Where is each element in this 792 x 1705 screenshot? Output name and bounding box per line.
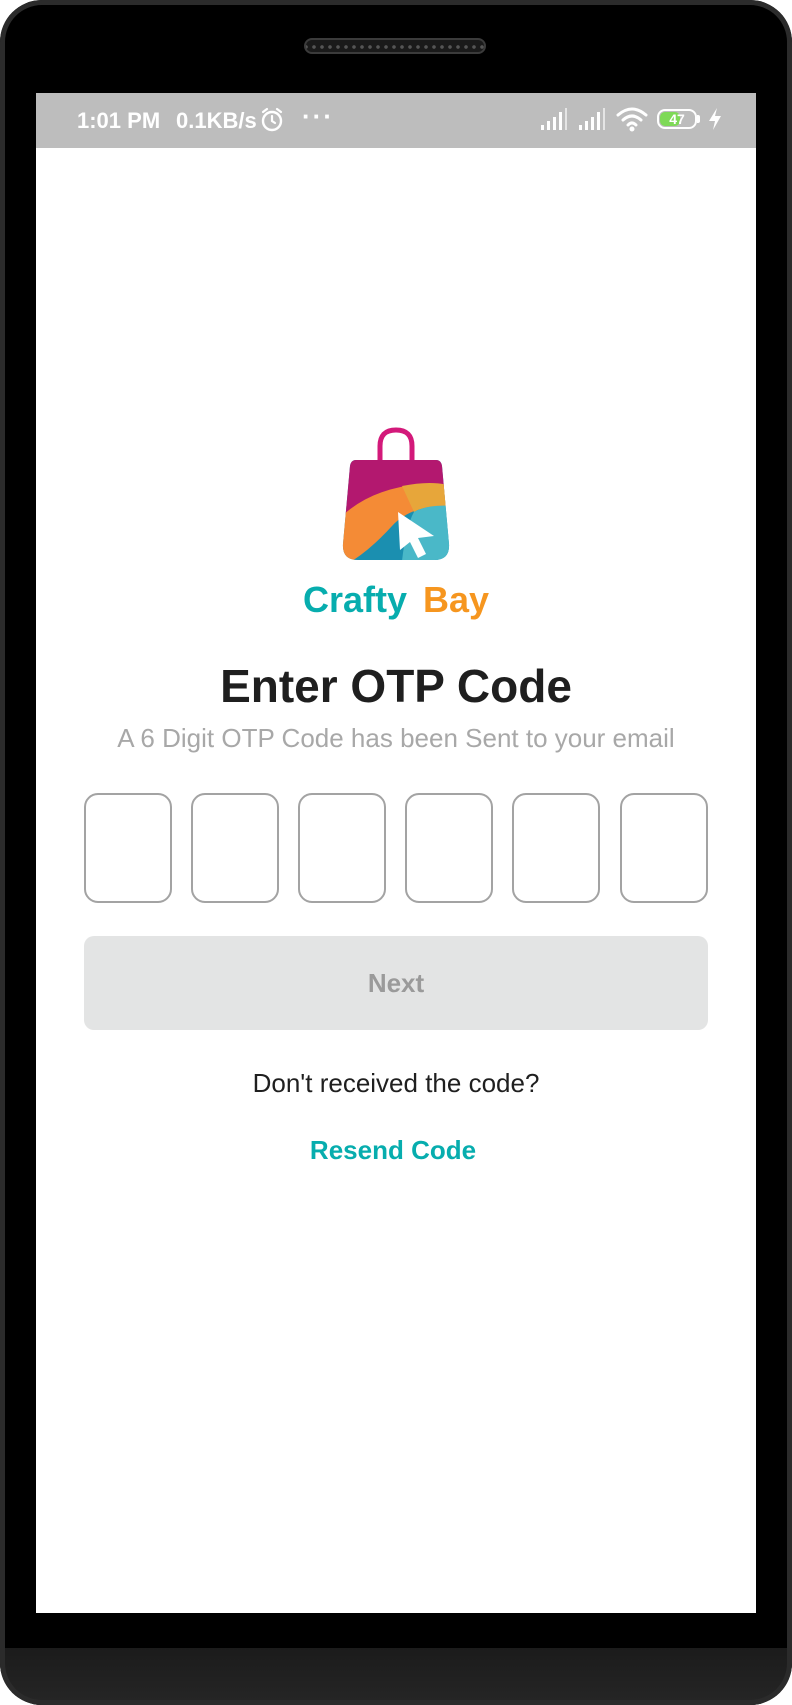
charging-bolt-icon bbox=[709, 108, 721, 130]
otp-digit-3-input[interactable] bbox=[298, 793, 386, 903]
phone-device-frame: 1:01 PM 0.1KB/s ··· 47 Crafty Bay Enter … bbox=[0, 0, 792, 1705]
signal-icon bbox=[579, 108, 605, 130]
bottom-bezel bbox=[0, 1648, 792, 1705]
otp-digit-1-input[interactable] bbox=[84, 793, 172, 903]
battery-level: 47 bbox=[669, 111, 685, 127]
resend-code-link[interactable]: Resend Code bbox=[36, 1135, 750, 1166]
otp-input-group bbox=[84, 793, 708, 903]
alarm-icon bbox=[261, 107, 283, 132]
network-speed: 0.1KB/s bbox=[176, 108, 257, 133]
brand-name: Crafty Bay bbox=[36, 579, 756, 621]
otp-digit-5-input[interactable] bbox=[512, 793, 600, 903]
page-subtitle: A 6 Digit OTP Code has been Sent to your… bbox=[117, 723, 675, 753]
shopping-bag-cursor-icon bbox=[342, 427, 450, 560]
app-screen: 1:01 PM 0.1KB/s ··· 47 Crafty Bay Enter … bbox=[36, 93, 756, 1613]
otp-digit-4-input[interactable] bbox=[405, 793, 493, 903]
resend-prompt-text: Don't received the code? bbox=[252, 1068, 540, 1098]
otp-digit-2-input[interactable] bbox=[191, 793, 279, 903]
page-title: Enter OTP Code bbox=[220, 660, 572, 712]
more-notifications-icon: ··· bbox=[302, 101, 334, 131]
status-time: 1:01 PM bbox=[77, 108, 161, 133]
next-button[interactable]: Next bbox=[84, 936, 708, 1030]
brand-name-part1: Crafty bbox=[302, 579, 407, 620]
status-bar: 1:01 PM 0.1KB/s ··· 47 bbox=[36, 93, 756, 148]
brand-name-part2: Bay bbox=[422, 579, 490, 620]
earpiece-speaker bbox=[304, 38, 486, 54]
signal-icon bbox=[541, 108, 567, 130]
battery-icon: 47 bbox=[657, 109, 701, 129]
otp-digit-6-input[interactable] bbox=[620, 793, 708, 903]
wifi-icon bbox=[616, 107, 648, 132]
